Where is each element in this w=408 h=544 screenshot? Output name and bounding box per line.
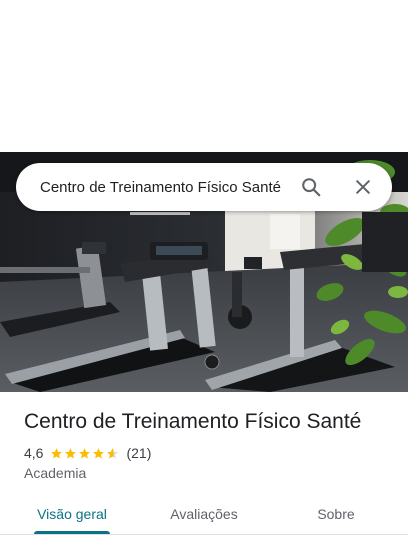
- rating-value: 4,6: [24, 445, 44, 461]
- star-icon: [79, 447, 91, 459]
- rating-stars: [50, 447, 120, 460]
- search-input[interactable]: Centro de Treinamento Físico Santé: [40, 179, 294, 196]
- star-icon: [93, 447, 105, 459]
- review-count[interactable]: (21): [126, 445, 151, 461]
- search-bar[interactable]: Centro de Treinamento Físico Santé: [16, 163, 392, 211]
- tabs-divider: [0, 534, 408, 535]
- close-icon[interactable]: [346, 170, 380, 204]
- star-half-icon: [107, 447, 119, 459]
- star-icon: [65, 447, 77, 459]
- tab-bar: Visão geral Avaliações Sobre: [0, 494, 408, 535]
- tab-overview[interactable]: Visão geral: [22, 494, 122, 534]
- place-category: Academia: [24, 465, 87, 481]
- tab-reviews[interactable]: Avaliações: [154, 494, 254, 534]
- rating-row[interactable]: 4,6 (21): [24, 444, 151, 462]
- star-icon: [51, 447, 63, 459]
- place-title: Centro de Treinamento Físico Santé: [24, 410, 362, 433]
- search-icon[interactable]: [294, 170, 328, 204]
- tab-about[interactable]: Sobre: [286, 494, 386, 534]
